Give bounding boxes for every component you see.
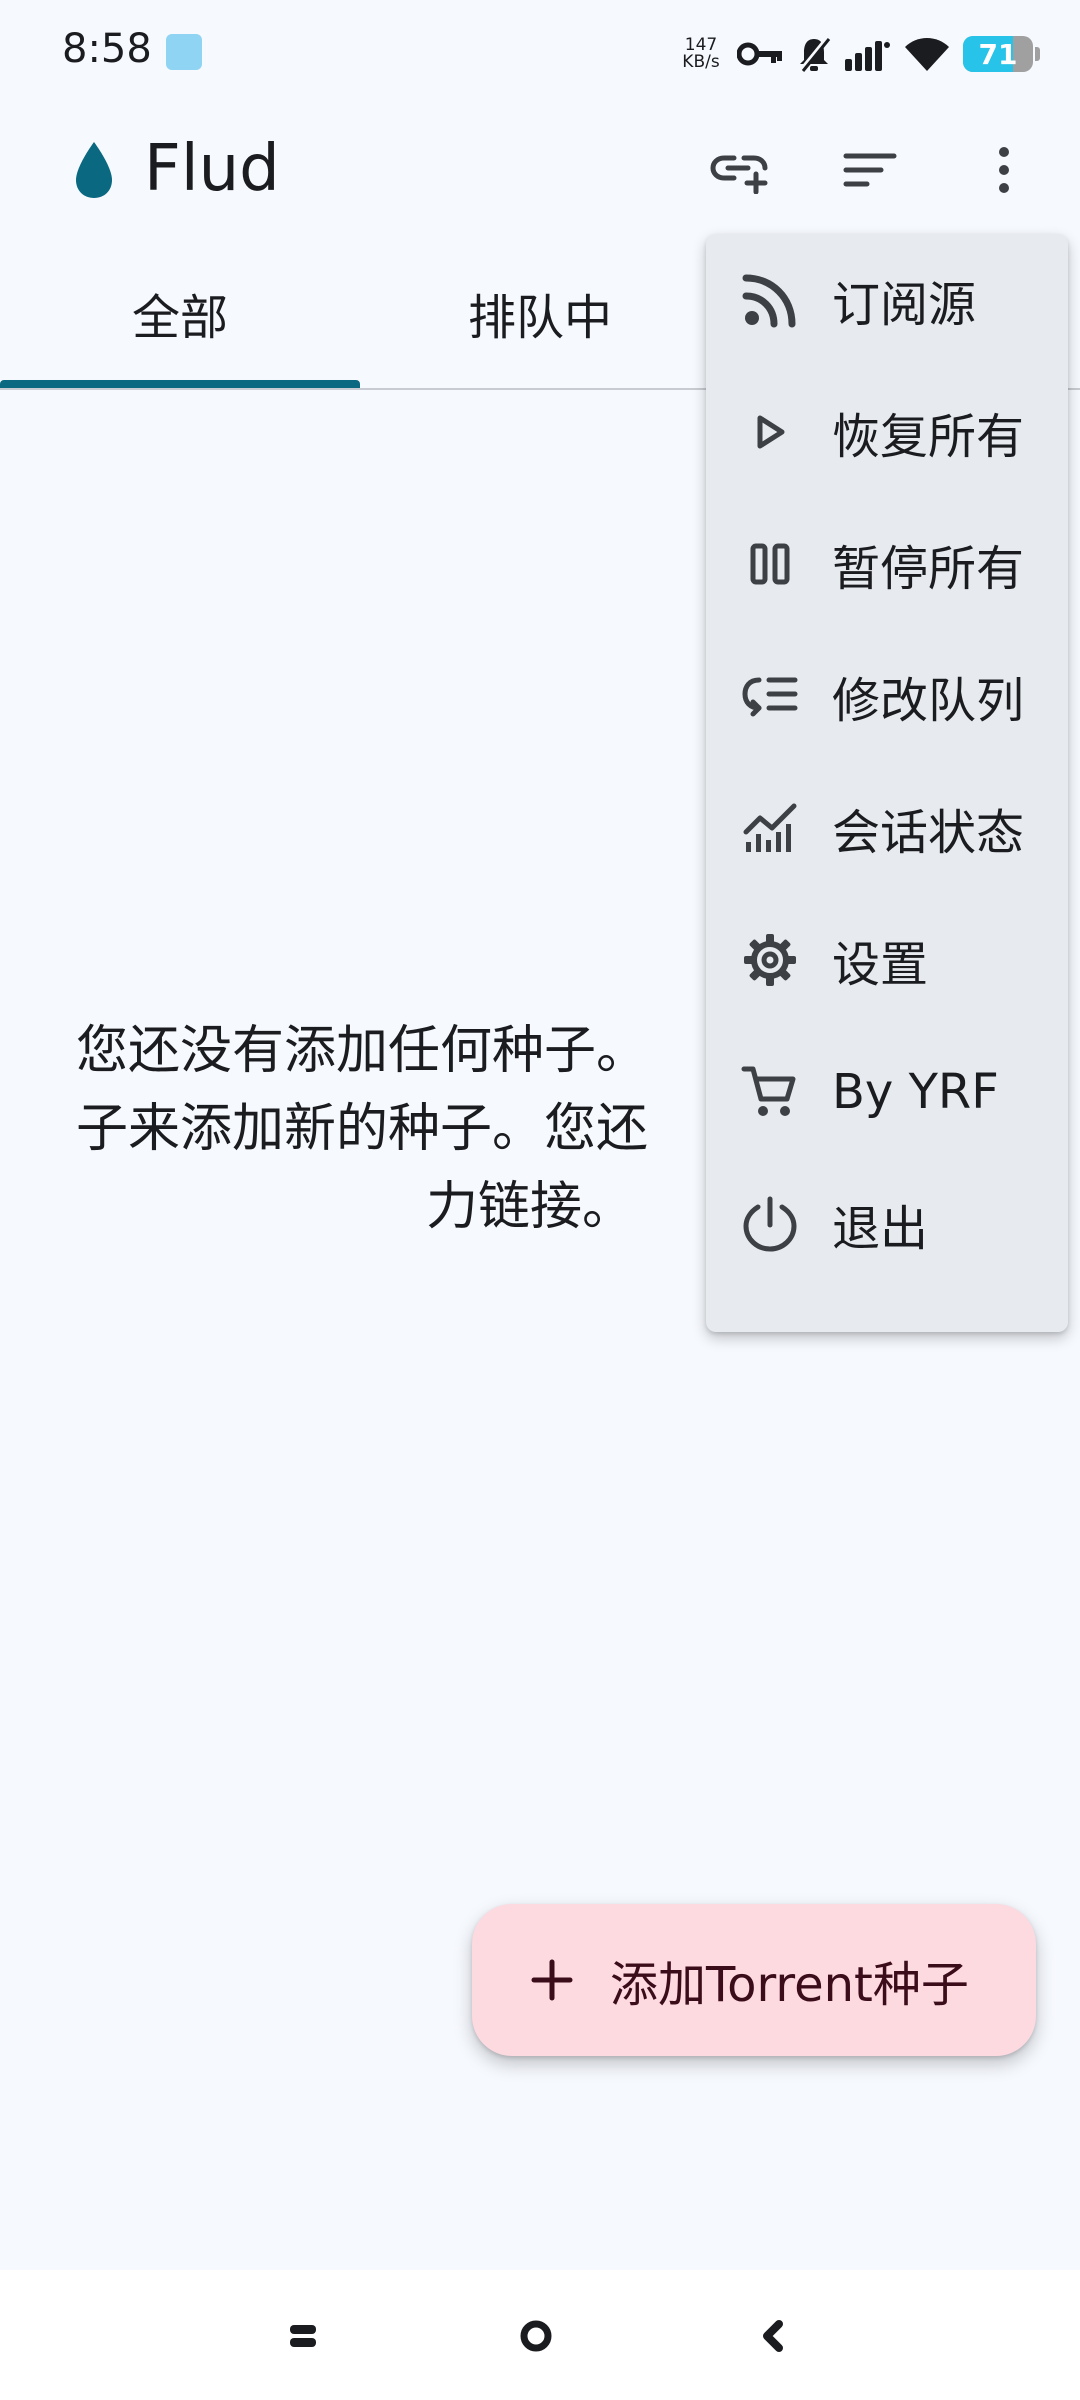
more-options-button[interactable]: [970, 136, 1038, 204]
play-icon: [757, 415, 785, 449]
app-title: Flud: [144, 132, 280, 206]
tab-all[interactable]: 全部: [0, 240, 360, 388]
cart-icon: [741, 1066, 796, 1116]
back-icon: [763, 2320, 783, 2352]
menu-item-settings-label: 设置: [832, 937, 929, 993]
plus-icon: [531, 1959, 573, 2001]
app-bar: Flud: [0, 110, 1080, 230]
menu-item-resume-all-label: 恢复所有: [832, 409, 1025, 465]
system-nav-bar: [0, 2270, 1080, 2400]
tab-queued[interactable]: 排队中: [360, 240, 720, 386]
status-bar: 8:58 147 KB/s 71: [0, 0, 1080, 110]
menu-item-pause-all[interactable]: 暂停所有: [706, 498, 1068, 630]
home-icon: [520, 2320, 552, 2352]
queue-icon: [742, 677, 798, 717]
battery-level: 71: [978, 37, 1018, 71]
bell-off-icon: [799, 36, 831, 72]
power-icon: [743, 1196, 797, 1252]
menu-item-by-yrf-label: By YRF: [832, 1064, 999, 1120]
sort-icon: [843, 153, 897, 187]
status-time: 8:58: [62, 26, 152, 72]
key-icon: [737, 42, 782, 66]
overflow-menu: 订阅源 恢复所有 暂停所有 修改队列 会话状态 设置 By YRF 退出: [706, 234, 1068, 1332]
more-vert-icon: [999, 147, 1009, 193]
add-torrent-fab[interactable]: 添加Torrent种子: [472, 1904, 1036, 2056]
chart-icon: [743, 803, 797, 852]
menu-item-session-status-label: 会话状态: [832, 805, 1025, 861]
menu-item-pause-all-label: 暂停所有: [832, 541, 1025, 597]
battery-indicator: 71: [963, 36, 1033, 72]
net-speed-unit: KB/s: [682, 52, 720, 72]
add-torrent-fab-label: 添加Torrent种子: [610, 1957, 969, 2013]
net-speed: 147 KB/s: [679, 37, 723, 71]
status-indicators: 147 KB/s 71: [679, 30, 1040, 78]
tab-indicator: [0, 380, 360, 388]
menu-item-exit-label: 退出: [832, 1201, 929, 1257]
nav-recents-button[interactable]: [275, 2308, 331, 2364]
menu-item-by-yrf[interactable]: By YRF: [706, 1026, 1068, 1158]
rss-icon: [742, 274, 796, 328]
recents-icon: [290, 2325, 316, 2347]
pause-icon: [750, 543, 790, 585]
menu-item-settings[interactable]: 设置: [706, 894, 1068, 1026]
tab-all-label: 全部: [131, 290, 228, 346]
nav-home-button[interactable]: [508, 2308, 564, 2364]
menu-item-resume-all[interactable]: 恢复所有: [706, 366, 1068, 498]
add-link-icon: [710, 155, 768, 194]
add-link-button[interactable]: [706, 136, 774, 204]
wifi-icon: [905, 38, 949, 71]
menu-item-edit-queue[interactable]: 修改队列: [706, 630, 1068, 762]
nav-back-button[interactable]: [744, 2308, 800, 2364]
menu-item-edit-queue-label: 修改队列: [832, 673, 1025, 729]
battery-tip: [1035, 47, 1040, 61]
signal-icon: [845, 41, 890, 71]
menu-item-exit[interactable]: 退出: [706, 1158, 1068, 1290]
sort-button[interactable]: [836, 136, 904, 204]
gear-icon: [744, 934, 796, 986]
tab-queued-label: 排队中: [467, 290, 612, 346]
menu-item-feeds[interactable]: 订阅源: [706, 234, 1068, 366]
menu-item-feeds-label: 订阅源: [832, 277, 977, 333]
notification-app-icon: [166, 34, 202, 70]
menu-item-session-status[interactable]: 会话状态: [706, 762, 1068, 894]
flud-logo-icon: [76, 142, 112, 198]
